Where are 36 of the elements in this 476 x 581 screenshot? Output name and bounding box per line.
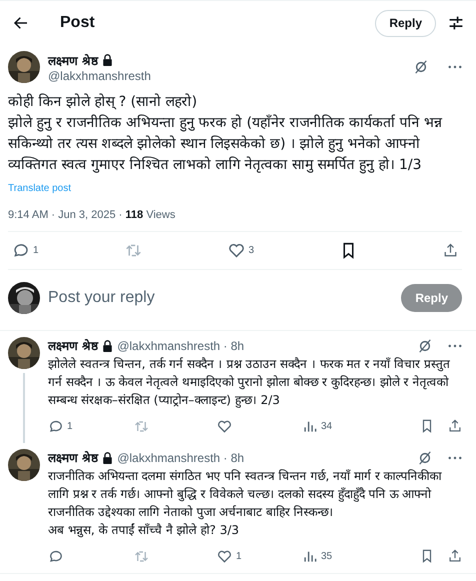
bar-chart-icon[interactable] bbox=[303, 549, 317, 563]
like-count: 3 bbox=[248, 245, 254, 256]
share-icon[interactable] bbox=[448, 419, 462, 433]
more-icon[interactable] bbox=[448, 344, 462, 348]
reply-button[interactable]: Reply bbox=[375, 10, 436, 36]
heart-icon[interactable] bbox=[217, 418, 232, 434]
reply-icon[interactable] bbox=[48, 418, 63, 434]
bookmark-icon[interactable] bbox=[420, 419, 434, 433]
heart-icon[interactable] bbox=[228, 242, 244, 259]
reply-text: झोलेले स्वतन्त्र चिन्तन, तर्क गर्न सक्दैन । प्रश्न उठाउन सक्दैन । फरक मत र नयाँ विचार प्रस्तुत गर्न सक्दैन । ऊ केवल नेतृत्वले थमाइदिएको पुरानो झोला बोक्छ र कुदिरहन्छ। झोले र नेतृत्वको सम्बन्ध संरक्षक–संरक्षित (प्याट्रोन–क्लाइन्ट) हुन्छ। 2/3 bbox=[48, 356, 451, 409]
heart-icon[interactable] bbox=[217, 548, 232, 564]
author-handle[interactable]: @lakxhmanshresth · 8h bbox=[117, 450, 244, 464]
bar-chart-icon[interactable] bbox=[303, 419, 317, 433]
view-count: 34 bbox=[321, 420, 332, 432]
sliders-icon[interactable] bbox=[448, 15, 464, 31]
reply-icon[interactable] bbox=[12, 242, 29, 259]
author-handle[interactable]: @lakxhmanshresth bbox=[48, 68, 151, 82]
author-name[interactable]: लक्ष्मण श्रेष्ठ bbox=[48, 52, 98, 68]
bookmark-icon[interactable] bbox=[420, 549, 434, 563]
post-timestamp: 9:14 AM · Jun 3, 2025 · 118 Views bbox=[8, 209, 462, 232]
page-title: Post bbox=[60, 14, 95, 32]
more-icon[interactable] bbox=[448, 456, 462, 460]
reply-count: 1 bbox=[67, 420, 73, 432]
author-handle[interactable]: @lakxhmanshresth · 8h bbox=[117, 338, 244, 352]
more-icon[interactable] bbox=[448, 65, 462, 69]
share-icon[interactable] bbox=[443, 243, 458, 258]
author-name[interactable]: लक्ष्मण श्रेष्ठ bbox=[48, 337, 98, 354]
reply-submit-button[interactable]: Reply bbox=[401, 284, 462, 312]
author-name[interactable]: लक्ष्मण श्रेष्ठ bbox=[48, 449, 98, 466]
view-count: 35 bbox=[321, 550, 332, 562]
reply-icon[interactable] bbox=[48, 548, 63, 564]
reply-count: 1 bbox=[33, 245, 39, 256]
share-icon[interactable] bbox=[448, 549, 462, 563]
like-count: 1 bbox=[236, 550, 242, 562]
post-text: कोही किन झोले होस् ? (सानो लहरो) झोले हुनु र राजनीतिक अभियन्ता हुनु फरक हो (यहाँनेर राजनीतिक कार्यकर्ता पनि भन्न सकिन्थ्यो तर त्यस शब्दले झोलेको स्थान लिइसकेको छ) । झोले हुनु भनेको आफ्नो व्यक्तिगत स्वत्व गुमाएर निश्चित लाभको लागि नेतृत्वका सामु समर्पित हुनु हो। 1/3 bbox=[8, 92, 444, 176]
reply-text: राजनीतिक अभियन्ता दलमा संगठित भए पनि स्वतन्त्र चिन्तन गर्छ, नयाँ मार्ग र काल्पनिकीका लागि प्रश्न र तर्क गर्छ। आफ्नो बुद्धि र विवेकले चल्छ। दलको सदस्य हुँदाहुँदै पनि ऊ आफ्नो राजनीतिक उद्देश्यका लागि नेताको पुजा अर्चनाबाट बाहिर निस्कन्छ। अब भन्नुस, के तपाईं साँच्चै नै झोले हो? 3/3 bbox=[48, 468, 443, 539]
